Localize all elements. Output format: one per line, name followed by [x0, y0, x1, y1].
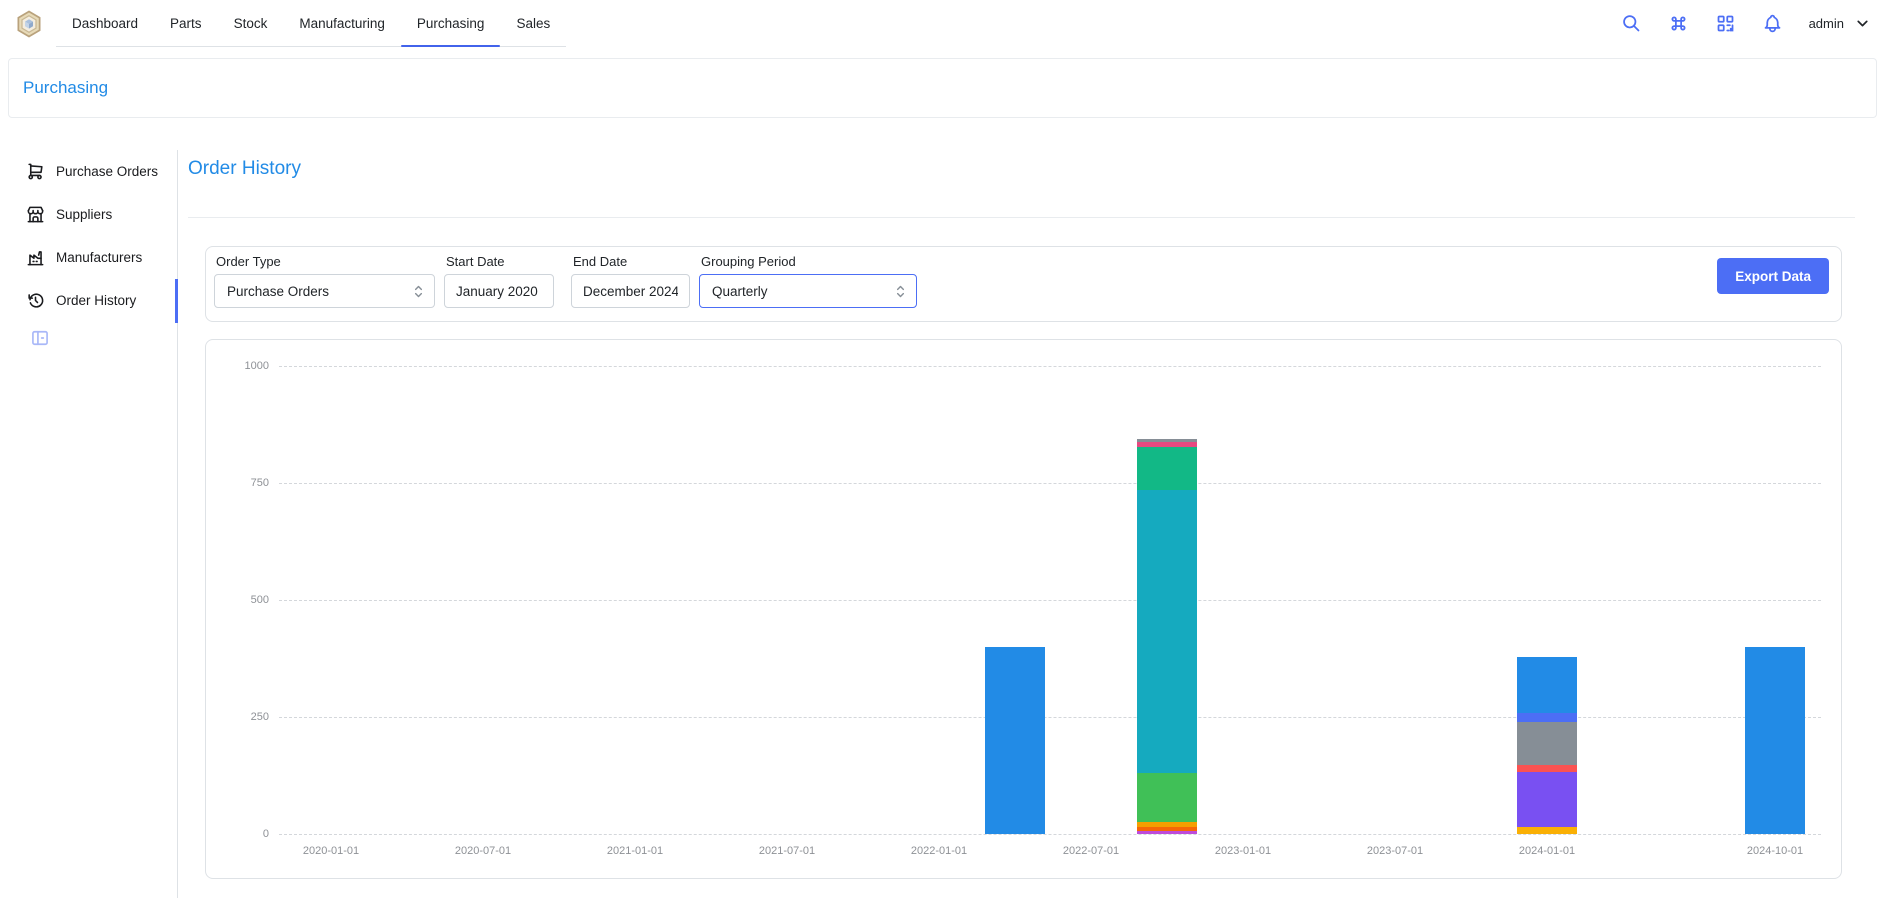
y-axis-tick: 1000 — [219, 360, 269, 372]
tab-purchasing[interactable]: Purchasing — [401, 0, 501, 47]
bar-segment-2024-01-01[interactable] — [1517, 765, 1577, 772]
start-date-input[interactable] — [444, 274, 554, 308]
grouping-period-label: Grouping Period — [701, 254, 917, 269]
grouping-period-value: Quarterly — [712, 284, 768, 299]
search-icon[interactable] — [1621, 13, 1642, 34]
sidebar-item-purchase-orders[interactable]: Purchase Orders — [14, 150, 176, 193]
tab-stock[interactable]: Stock — [218, 0, 284, 47]
y-axis-tick: 0 — [219, 828, 269, 840]
y-axis-tick: 250 — [219, 711, 269, 723]
x-axis-tick: 2022-01-01 — [911, 845, 967, 857]
app-logo-icon[interactable] — [14, 9, 44, 39]
bar-segment-2022-10-01[interactable] — [1137, 831, 1197, 834]
command-icon[interactable] — [1668, 13, 1689, 34]
user-name: admin — [1809, 16, 1844, 31]
sidebar: Purchase Orders Suppliers Manufacturers … — [14, 150, 176, 322]
bar-segment-2024-01-01[interactable] — [1517, 722, 1577, 765]
gridline — [279, 834, 1821, 835]
bar-segment-2024-01-01[interactable] — [1517, 713, 1577, 722]
order-type-label: Order Type — [216, 254, 435, 269]
history-icon — [26, 291, 45, 310]
y-axis-tick: 500 — [219, 594, 269, 606]
shopping-cart-icon — [26, 162, 45, 181]
end-date-input[interactable] — [571, 274, 690, 308]
selector-icon — [410, 283, 427, 300]
x-axis-tick: 2023-07-01 — [1367, 845, 1423, 857]
x-axis-tick: 2024-10-01 — [1747, 845, 1803, 857]
sidebar-item-label: Suppliers — [56, 207, 112, 222]
chevron-down-icon — [1854, 15, 1871, 32]
x-axis-tick: 2021-01-01 — [607, 845, 663, 857]
x-axis-tick: 2020-07-01 — [455, 845, 511, 857]
bar-segment-2022-10-01[interactable] — [1137, 439, 1197, 442]
main-nav-tabs: Dashboard Parts Stock Manufacturing Purc… — [56, 0, 566, 47]
qrcode-scan-icon[interactable] — [1715, 13, 1736, 34]
top-navbar: Dashboard Parts Stock Manufacturing Purc… — [0, 0, 1885, 47]
order-type-value: Purchase Orders — [227, 284, 329, 299]
selector-icon — [892, 283, 909, 300]
tab-sales[interactable]: Sales — [500, 0, 566, 47]
factory-icon — [26, 248, 45, 267]
bar-segment-2024-01-01[interactable] — [1517, 657, 1577, 713]
x-axis-tick: 2020-01-01 — [303, 845, 359, 857]
end-date-label: End Date — [573, 254, 690, 269]
x-axis-tick: 2022-07-01 — [1063, 845, 1119, 857]
section-title: Order History — [188, 158, 301, 180]
bar-segment-2024-10-01[interactable] — [1745, 647, 1805, 834]
x-axis-tick: 2021-07-01 — [759, 845, 815, 857]
tab-parts[interactable]: Parts — [154, 0, 218, 47]
filter-panel: Order Type Purchase Orders Start Date En… — [205, 246, 1842, 322]
bar-segment-2022-10-01[interactable] — [1137, 773, 1197, 822]
gridline — [279, 483, 1821, 484]
bar-segment-2022-10-01[interactable] — [1137, 442, 1197, 447]
bar-segment-2024-01-01[interactable] — [1517, 827, 1577, 834]
y-axis-tick: 750 — [219, 477, 269, 489]
sidebar-divider — [177, 150, 178, 898]
sidebar-item-suppliers[interactable]: Suppliers — [14, 193, 176, 236]
order-history-chart-panel: 0 250 500 750 1000 2020-01-01 2020-07-01 2021-0… — [205, 339, 1842, 879]
user-menu[interactable]: admin — [1809, 15, 1871, 32]
tab-manufacturing[interactable]: Manufacturing — [283, 0, 401, 47]
navbar-actions: admin — [1621, 13, 1871, 34]
export-data-button[interactable]: Export Data — [1717, 258, 1829, 294]
bar-segment-2022-10-01[interactable] — [1137, 822, 1197, 826]
sidebar-item-order-history[interactable]: Order History — [14, 279, 176, 322]
sidebar-item-label: Manufacturers — [56, 250, 142, 265]
gridline — [279, 366, 1821, 367]
sidebar-collapse-icon[interactable] — [30, 328, 50, 348]
sidebar-item-manufacturers[interactable]: Manufacturers — [14, 236, 176, 279]
bar-segment-2022-10-01[interactable] — [1137, 827, 1197, 831]
sidebar-item-label: Order History — [56, 293, 136, 308]
bar-segment-2022-10-01[interactable] — [1137, 447, 1197, 490]
tab-dashboard[interactable]: Dashboard — [56, 0, 154, 47]
notification-icon[interactable] — [1762, 13, 1783, 34]
building-store-icon — [26, 205, 45, 224]
bar-segment-2022-10-01[interactable] — [1137, 490, 1197, 773]
sidebar-active-indicator — [175, 279, 178, 323]
x-axis-tick: 2024-01-01 — [1519, 845, 1575, 857]
sidebar-item-label: Purchase Orders — [56, 164, 158, 179]
section-divider — [188, 217, 1855, 218]
grouping-period-select[interactable]: Quarterly — [699, 274, 917, 308]
page-header: Purchasing — [8, 58, 1877, 118]
start-date-label: Start Date — [446, 254, 554, 269]
page-title: Purchasing — [23, 78, 108, 98]
x-axis-tick: 2023-01-01 — [1215, 845, 1271, 857]
gridline — [279, 600, 1821, 601]
gridline — [279, 717, 1821, 718]
stacked-bar-chart: 0 250 500 750 1000 2020-01-01 2020-07-01 2021-0… — [206, 340, 1841, 878]
bar-segment-2024-01-01[interactable] — [1517, 772, 1577, 827]
bar-segment-2022-04-01[interactable] — [985, 647, 1045, 834]
order-type-select[interactable]: Purchase Orders — [214, 274, 435, 308]
